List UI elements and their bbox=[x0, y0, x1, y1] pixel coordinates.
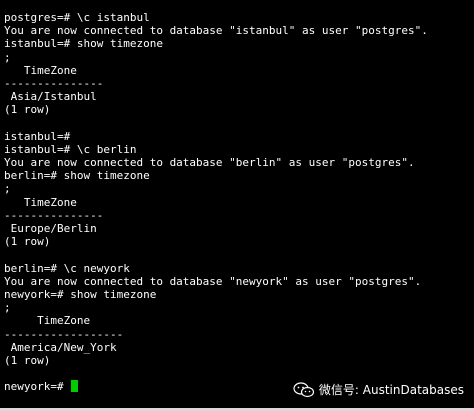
terminal-line: TimeZone bbox=[4, 314, 91, 328]
terminal-line: America/New_York bbox=[4, 340, 117, 354]
terminal-window[interactable]: postgres=# \c istanbul You are now conne… bbox=[0, 0, 474, 411]
terminal-line: (1 row) bbox=[4, 235, 51, 249]
terminal-line: ; bbox=[4, 301, 11, 315]
terminal-line: TimeZone bbox=[4, 195, 77, 209]
terminal-line: Asia/Istanbul bbox=[4, 90, 97, 104]
wechat-icon bbox=[293, 381, 315, 397]
terminal-line: istanbul=# \c berlin bbox=[4, 142, 137, 156]
terminal-line: You are now connected to database "berli… bbox=[4, 156, 415, 170]
terminal-line: --------------- bbox=[4, 208, 104, 222]
terminal-line: ------------------ bbox=[4, 327, 124, 341]
terminal-line: berlin=# \c newyork bbox=[4, 261, 130, 275]
watermark: 微信号: AustinDatabases bbox=[293, 381, 464, 398]
terminal-line: berlin=# show timezone bbox=[4, 169, 150, 183]
terminal-line: (1 row) bbox=[4, 353, 51, 367]
terminal-line: newyork=# show timezone bbox=[4, 287, 157, 301]
terminal-line: ; bbox=[4, 50, 11, 64]
watermark-text: 微信号: AustinDatabases bbox=[318, 383, 464, 397]
terminal-line: You are now connected to database "istan… bbox=[4, 24, 428, 38]
prompt-text: newyork=# bbox=[4, 380, 71, 394]
terminal-line: ; bbox=[4, 182, 11, 196]
terminal-line: --------------- bbox=[4, 76, 104, 90]
terminal-line: postgres=# \c istanbul bbox=[4, 11, 150, 24]
terminal-line: You are now connected to database "newyo… bbox=[4, 274, 422, 288]
terminal-line: (1 row) bbox=[4, 103, 51, 117]
terminal-line: TimeZone bbox=[4, 63, 77, 77]
terminal-cursor bbox=[71, 380, 79, 393]
terminal-line: Europe/Berlin bbox=[4, 222, 97, 235]
terminal-line: istanbul=# show timezone bbox=[4, 37, 163, 51]
terminal-line: istanbul=# bbox=[4, 129, 71, 143]
